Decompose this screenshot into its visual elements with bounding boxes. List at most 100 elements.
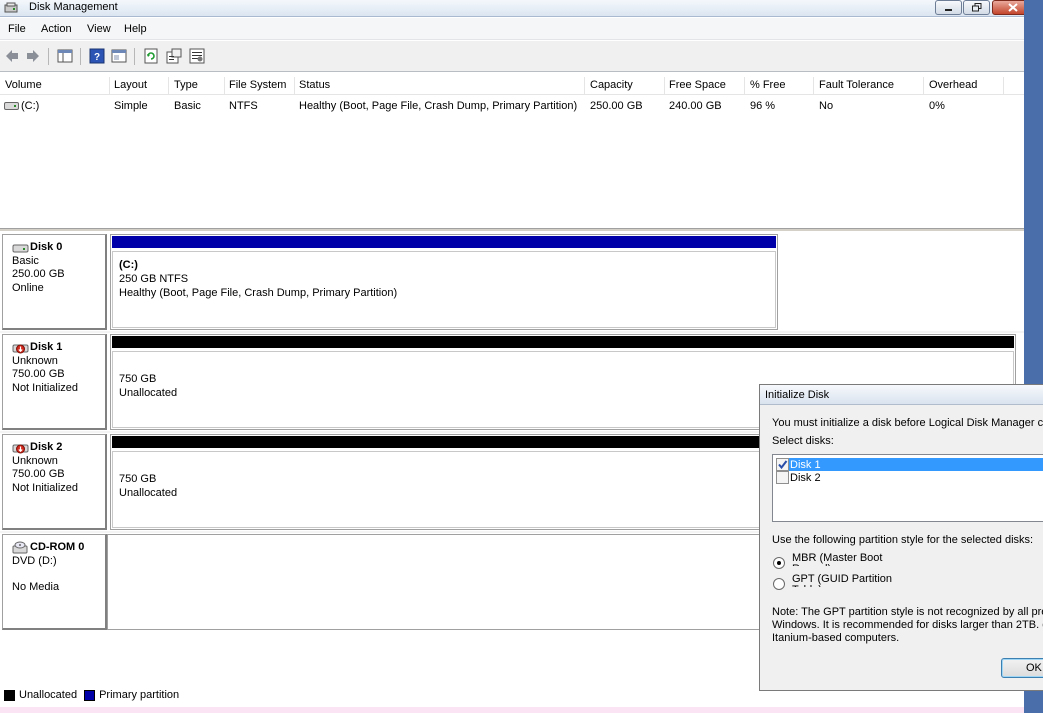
disk-management-window: Disk Management File Action View Help ? …: [0, 0, 1043, 713]
legend-label-primary: Primary partition: [99, 689, 180, 701]
disk-row-divider: [0, 331, 1024, 333]
partition-title: (C:): [119, 259, 138, 271]
column-fault-tolerance[interactable]: Fault Tolerance: [819, 79, 894, 91]
settings-icon[interactable]: [189, 48, 205, 64]
disk-not-initialized-icon: [12, 344, 29, 354]
select-disks-label: Select disks:: [772, 435, 834, 447]
minimize-button[interactable]: [935, 0, 962, 15]
dialog-title: Initialize Disk: [760, 385, 1043, 405]
column-overhead[interactable]: Overhead: [929, 79, 977, 91]
disk-checkbox[interactable]: [776, 458, 789, 471]
mbr-radio[interactable]: [773, 557, 785, 569]
disk-2-label[interactable]: Disk 2 Unknown 750.00 GB Not Initialized: [2, 434, 107, 530]
menu-help[interactable]: Help: [124, 23, 147, 35]
column-divider[interactable]: [584, 77, 585, 94]
disk-size: 250.00 GB: [12, 268, 65, 280]
volume-list-header: Volume Layout Type File System Status Ca…: [0, 76, 1024, 95]
column-divider[interactable]: [664, 77, 665, 94]
disk-checkbox[interactable]: [776, 471, 789, 484]
table-row[interactable]: (C:) Simple Basic NTFS Healthy (Boot, Pa…: [0, 97, 1024, 117]
column-divider[interactable]: [109, 77, 110, 94]
back-arrow-icon[interactable]: [4, 48, 20, 64]
disk-size: 750.00 GB: [12, 468, 65, 480]
close-icon: [1008, 3, 1018, 12]
menu-view[interactable]: View: [87, 23, 111, 35]
column-file-system[interactable]: File System: [229, 79, 286, 91]
disk-name: Disk 1: [30, 341, 63, 353]
column-divider[interactable]: [923, 77, 924, 94]
disk-list-label: Disk 1: [790, 458, 821, 471]
svg-text:?: ?: [94, 52, 100, 63]
column-layout[interactable]: Layout: [114, 79, 147, 91]
primary-partition-bar: [112, 236, 776, 248]
properties-icon[interactable]: [166, 48, 182, 64]
mbr-option[interactable]: MBR (Master Boot Record): [773, 553, 897, 569]
cell-status: Healthy (Boot, Page File, Crash Dump, Pr…: [299, 100, 578, 112]
disk-size: 750.00 GB: [12, 368, 65, 380]
partition-status: Healthy (Boot, Page File, Crash Dump, Pr…: [119, 287, 398, 299]
cell-file-system: NTFS: [229, 100, 258, 112]
cell-type: Basic: [174, 100, 201, 112]
cell-fault-tolerance: No: [819, 100, 834, 112]
restore-icon: [971, 3, 981, 12]
console-tree-icon[interactable]: [57, 48, 73, 64]
ok-button[interactable]: OK: [1001, 658, 1043, 678]
column-free-space[interactable]: Free Space: [669, 79, 726, 91]
column-divider[interactable]: [1003, 77, 1004, 94]
column-divider[interactable]: [294, 77, 295, 94]
column-percent-free[interactable]: % Free: [750, 79, 785, 91]
gpt-radio[interactable]: [773, 578, 785, 590]
legend-swatch-primary: [84, 689, 96, 701]
disk-list-label: Disk 2: [790, 471, 821, 484]
disk-icon: [12, 244, 29, 253]
menu-action[interactable]: Action: [41, 23, 72, 35]
disk-state: Online: [12, 281, 44, 294]
column-divider[interactable]: [168, 77, 169, 94]
disk-state: Not Initialized: [12, 381, 79, 394]
cell-capacity: 250.00 GB: [590, 100, 643, 112]
cell-free-space: 240.00 GB: [669, 100, 722, 112]
toolbar-separator: [80, 48, 81, 65]
cdrom-0-label[interactable]: CD-ROM 0 DVD (D:) No Media: [2, 534, 107, 630]
disk-management-app-icon: [4, 2, 18, 13]
column-divider[interactable]: [744, 77, 745, 94]
checkmark-icon: [778, 460, 788, 470]
disk-type: Unknown: [12, 354, 58, 367]
restore-button[interactable]: [963, 0, 990, 15]
gpt-option[interactable]: GPT (GUID Partition Table): [773, 574, 897, 590]
show-hide-pane-icon[interactable]: [111, 48, 127, 64]
column-status[interactable]: Status: [299, 79, 330, 91]
cell-layout: Simple: [114, 100, 148, 112]
disk-list-item[interactable]: Disk 1: [776, 458, 1043, 471]
minimize-icon: [945, 8, 952, 11]
help-icon[interactable]: ?: [89, 48, 105, 64]
gpt-label: GPT (GUID Partition Table): [792, 574, 893, 587]
disk-name: Disk 0: [30, 241, 63, 253]
column-divider[interactable]: [813, 77, 814, 94]
disk-list-item[interactable]: Disk 2: [776, 471, 1043, 484]
column-divider[interactable]: [224, 77, 225, 94]
toolbar: ?: [0, 41, 1024, 72]
cd-drive-icon: [12, 541, 28, 554]
column-volume[interactable]: Volume: [5, 79, 42, 91]
window-title: Disk Management: [29, 1, 118, 13]
disk-1-label[interactable]: Disk 1 Unknown 750.00 GB Not Initialized: [2, 334, 107, 430]
disk-list[interactable]: Disk 1 Disk 2: [772, 454, 1043, 522]
disk-type: Basic: [12, 254, 39, 267]
partition-c[interactable]: (C:) 250 GB NTFS Healthy (Boot, Page Fil…: [110, 234, 778, 330]
title-bar: Disk Management: [0, 0, 1034, 17]
initialize-disk-dialog: Initialize Disk You must initialize a di…: [759, 384, 1043, 691]
mbr-label: MBR (Master Boot Record): [792, 553, 883, 566]
column-type[interactable]: Type: [174, 79, 198, 91]
disk-name: Disk 2: [30, 441, 63, 453]
disk-0-label[interactable]: Disk 0 Basic 250.00 GB Online: [2, 234, 107, 330]
menu-file[interactable]: File: [8, 23, 26, 35]
column-capacity[interactable]: Capacity: [590, 79, 633, 91]
dialog-intro: You must initialize a disk before Logica…: [772, 417, 1043, 429]
cell-overhead: 0%: [929, 100, 945, 112]
menu-bar: File Action View Help: [0, 18, 1024, 40]
refresh-icon[interactable]: [143, 48, 159, 64]
pane-splitter[interactable]: [0, 228, 1024, 231]
disk-state: Not Initialized: [12, 481, 79, 494]
forward-arrow-icon[interactable]: [25, 48, 41, 64]
